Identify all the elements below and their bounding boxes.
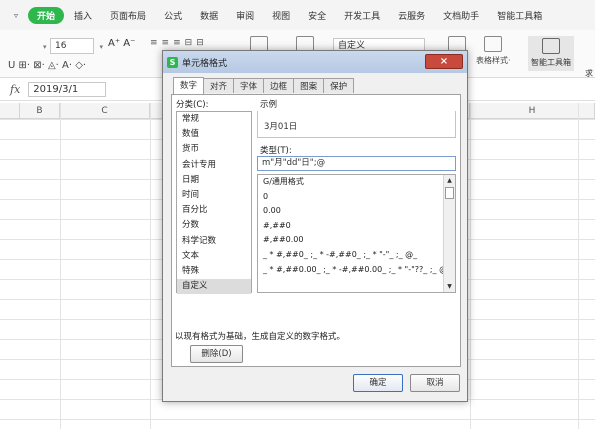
table-style-icon (484, 36, 503, 52)
align-buttons[interactable]: ≡ ≡ ≡ ⊟ ⊟ (150, 38, 204, 48)
category-label: 分类(C): (176, 100, 209, 110)
tab-insert[interactable]: 插入 (74, 9, 92, 22)
list-item[interactable]: G/通用格式 (258, 175, 455, 190)
align-bottom-icon[interactable]: ≡ (173, 38, 181, 48)
grid-line (578, 103, 579, 429)
list-item[interactable]: 百分比 (177, 203, 251, 218)
wps-logo-icon: S (167, 56, 178, 68)
menu-bar: ▿ 开始 插入 页面布局 公式 数据 审阅 视图 安全 开发工具 云服务 文档助… (0, 0, 595, 30)
category-list[interactable]: 常规 数值 货币 会计专用 日期 时间 百分比 分数 科学记数 文本 特殊 自定… (176, 111, 252, 295)
smart-toolbox-label: 智能工具箱 (531, 58, 571, 67)
tab-developer[interactable]: 开发工具 (344, 9, 380, 22)
font-size-select[interactable]: ▾ 16 ▾ (43, 38, 103, 54)
list-item[interactable]: 常规 (177, 112, 251, 127)
scroll-down-icon[interactable]: ▼ (444, 281, 455, 292)
list-item[interactable]: 会计专用 (177, 158, 251, 173)
tab-smart-toolbox[interactable]: 智能工具箱 (497, 9, 542, 22)
sample-label: 示例 (260, 100, 278, 110)
hint-text: 以现有格式为基础，生成自定义的数字格式。 (175, 332, 346, 342)
sample-value: 3月01日 (264, 122, 298, 132)
scroll-up-icon[interactable]: ▲ (444, 175, 455, 186)
type-input[interactable]: m"月"dd"日";@ (257, 156, 456, 171)
list-item[interactable]: 0.00 (258, 204, 455, 219)
font-format-buttons[interactable]: U ⊞· ⊠· ◬· A· ◇· (8, 60, 86, 71)
grid-line (470, 103, 471, 429)
tab-security[interactable]: 安全 (308, 9, 326, 22)
column-header-c[interactable]: C (60, 103, 150, 119)
table-style-label: 表格样式· (476, 56, 511, 65)
align-middle-icon[interactable]: ≡ (162, 38, 170, 48)
dialog-title: 单元格格式 (182, 58, 228, 69)
scroll-thumb[interactable] (445, 187, 454, 199)
tab-start-label: 开始 (37, 11, 56, 22)
formula-input[interactable]: 2019/3/1 (28, 82, 107, 97)
list-item[interactable]: 货币 (177, 142, 251, 157)
cancel-button[interactable]: 取消 (410, 374, 460, 392)
list-item[interactable]: 日期 (177, 173, 251, 188)
merge-icon[interactable]: ⊟ (185, 38, 193, 48)
column-header-b[interactable]: B (20, 103, 60, 119)
number-tab-panel: 分类(C): 常规 数值 货币 会计专用 日期 时间 百分比 分数 科学记数 文… (171, 94, 461, 367)
column-header-h[interactable]: H (470, 103, 595, 119)
tab-number[interactable]: 数字 (173, 77, 205, 94)
list-item[interactable]: 文本 (177, 249, 251, 264)
corner-header[interactable] (0, 103, 20, 119)
list-item[interactable]: 分数 (177, 218, 251, 233)
fx-icon[interactable]: fx (10, 83, 20, 96)
table-style-button[interactable]: 表格样式· (476, 36, 511, 66)
list-item[interactable]: 特殊 (177, 264, 251, 279)
format-list-scrollbar[interactable]: ▲ ▼ (443, 175, 455, 292)
tab-start[interactable]: 开始 (28, 6, 65, 24)
sample-box: 3月01日 (257, 111, 456, 138)
tab-data[interactable]: 数据 (200, 9, 218, 22)
collapse-icon[interactable]: ▿ (14, 11, 18, 20)
list-item[interactable]: 时间 (177, 188, 251, 203)
list-item-selected[interactable]: 自定义 (177, 279, 251, 295)
list-item[interactable]: 0 (258, 190, 455, 205)
tab-alignment[interactable]: 对齐 (203, 78, 235, 93)
list-item[interactable]: #,##0.00 (258, 233, 455, 248)
toolbox-icon (542, 38, 560, 54)
tab-cloud[interactable]: 云服务 (398, 9, 425, 22)
tab-review[interactable]: 审阅 (236, 9, 254, 22)
ribbon-overflow-label[interactable]: 求 (585, 68, 593, 79)
list-item[interactable]: _ * #,##0.00_ ;_ * -#,##0.00_ ;_ * "-"??… (258, 263, 455, 278)
font-size-value: 16 (55, 41, 67, 51)
ok-button[interactable]: 确定 (353, 374, 403, 392)
tab-view[interactable]: 视图 (272, 9, 290, 22)
dialog-tabs: 数字 对齐 字体 边框 图案 保护 (173, 77, 355, 94)
tab-protection[interactable]: 保护 (323, 78, 355, 93)
grid-line (150, 103, 151, 429)
format-cells-dialog: S 单元格格式 × 数字 对齐 字体 边框 图案 保护 分类(C): 常规 数值… (162, 50, 468, 402)
close-button[interactable]: × (425, 54, 463, 69)
chevron-down-icon: ▾ (43, 43, 47, 51)
wrap-icon[interactable]: ⊟ (196, 38, 204, 48)
tab-formulas[interactable]: 公式 (164, 9, 182, 22)
chevron-down-icon: ▾ (99, 43, 103, 51)
align-top-icon[interactable]: ≡ (150, 38, 158, 48)
list-item[interactable]: _ * #,##0_ ;_ * -#,##0_ ;_ * "-"_ ;_ @_ (258, 248, 455, 263)
list-item[interactable]: 科学记数 (177, 234, 251, 249)
dialog-title-bar[interactable]: S 单元格格式 × (163, 51, 467, 73)
list-item[interactable]: 数值 (177, 127, 251, 142)
tab-doc-assistant[interactable]: 文档助手 (443, 9, 479, 22)
type-label: 类型(T): (260, 146, 292, 156)
grid-line (60, 103, 61, 429)
tab-pattern[interactable]: 图案 (293, 78, 325, 93)
list-item[interactable]: #,##0 (258, 219, 455, 234)
smart-toolbox-button[interactable]: 智能工具箱 (528, 36, 574, 71)
tab-border[interactable]: 边框 (263, 78, 295, 93)
format-list[interactable]: G/通用格式 0 0.00 #,##0 #,##0.00 _ * #,##0_ … (257, 174, 456, 293)
delete-button[interactable]: 删除(D) (190, 345, 243, 363)
tab-page-layout[interactable]: 页面布局 (110, 9, 146, 22)
tab-font[interactable]: 字体 (233, 78, 265, 93)
font-grow-shrink-buttons[interactable]: A⁺ A⁻ (108, 38, 135, 49)
